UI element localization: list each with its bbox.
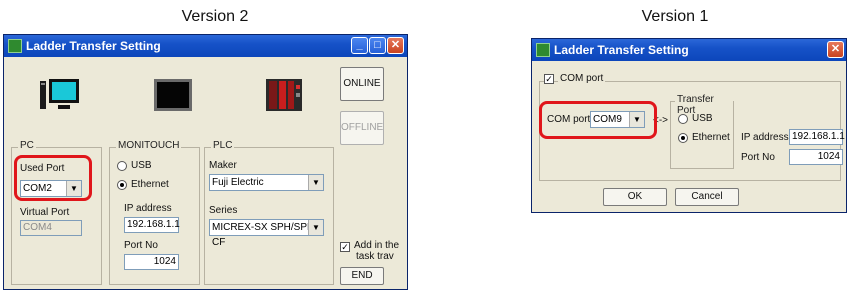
cancel-button[interactable]: Cancel bbox=[675, 188, 739, 206]
monitouch-icon bbox=[154, 79, 192, 111]
pc-group-label: PC bbox=[18, 140, 36, 151]
window-title: Ladder Transfer Setting bbox=[554, 43, 689, 57]
ip-address-label: IP address bbox=[741, 132, 789, 143]
plc-icon bbox=[266, 79, 302, 111]
port-no-label: Port No bbox=[124, 240, 158, 251]
virtual-port-field: COM4 bbox=[20, 220, 82, 236]
close-button[interactable]: ✕ bbox=[827, 41, 844, 58]
used-port-highlight bbox=[14, 155, 92, 201]
chevron-down-icon[interactable]: ▼ bbox=[308, 175, 323, 190]
usb-radio[interactable] bbox=[117, 161, 127, 171]
close-button[interactable]: ✕ bbox=[387, 37, 404, 54]
ok-button[interactable]: OK bbox=[603, 188, 667, 206]
end-button[interactable]: END bbox=[340, 267, 384, 285]
app-icon bbox=[8, 39, 22, 53]
version-1-caption: Version 1 bbox=[641, 8, 709, 25]
version-1-window: Ladder Transfer Setting ✕ ✓ COM port COM… bbox=[531, 38, 847, 213]
version-2-window: Ladder Transfer Setting _ □ ✕ ONLINE OFF… bbox=[3, 34, 408, 290]
monitouch-group-label: MONITOUCH bbox=[116, 140, 182, 151]
usb-label: USB bbox=[131, 160, 152, 171]
plc-group-label: PLC bbox=[211, 140, 235, 151]
ip-address-label: IP address bbox=[124, 203, 172, 214]
ethernet-label: Ethernet bbox=[131, 179, 169, 190]
virtual-port-label: Virtual Port bbox=[20, 207, 70, 218]
maximize-button[interactable]: □ bbox=[369, 37, 386, 54]
minimize-button[interactable]: _ bbox=[351, 37, 368, 54]
title-bar: Ladder Transfer Setting ✕ bbox=[532, 39, 846, 61]
ip-address-field[interactable]: 192.168.1.1 bbox=[789, 129, 845, 145]
series-select[interactable]: MICREX-SX SPH/SPB CF ▼ bbox=[209, 219, 324, 248]
port-no-label: Port No bbox=[741, 152, 775, 163]
usb-radio[interactable] bbox=[678, 114, 688, 124]
maker-label: Maker bbox=[209, 160, 237, 171]
port-no-field[interactable]: 1024 bbox=[789, 149, 843, 165]
usb-label: USB bbox=[692, 113, 713, 124]
offline-button[interactable]: OFFLINE bbox=[340, 111, 384, 145]
com-port-checkbox[interactable]: ✓ bbox=[544, 74, 554, 84]
com-port-highlight bbox=[539, 101, 657, 139]
com-port-group-label: COM port bbox=[558, 73, 606, 84]
task-tray-label-1: Add in the bbox=[354, 240, 400, 251]
title-bar: Ladder Transfer Setting _ □ ✕ bbox=[4, 35, 407, 57]
ip-address-field[interactable]: 192.168.1.1 bbox=[124, 217, 180, 233]
ethernet-label: Ethernet bbox=[692, 132, 730, 143]
port-no-field[interactable]: 1024 bbox=[124, 254, 179, 270]
task-tray-checkbox[interactable]: ✓ bbox=[340, 242, 350, 252]
ethernet-radio[interactable] bbox=[117, 180, 127, 190]
task-tray-label-2: task trav bbox=[356, 251, 394, 262]
chevron-down-icon[interactable]: ▼ bbox=[308, 220, 323, 235]
maker-value: Fuji Electric bbox=[212, 177, 264, 188]
maker-select[interactable]: Fuji Electric ▼ bbox=[209, 174, 324, 191]
app-icon bbox=[536, 43, 550, 57]
online-button[interactable]: ONLINE bbox=[340, 67, 384, 101]
pc-icon bbox=[40, 79, 79, 109]
ethernet-radio[interactable] bbox=[678, 133, 688, 143]
series-label: Series bbox=[209, 205, 238, 216]
window-title: Ladder Transfer Setting bbox=[26, 39, 161, 53]
version-2-caption: Version 2 bbox=[181, 8, 249, 25]
